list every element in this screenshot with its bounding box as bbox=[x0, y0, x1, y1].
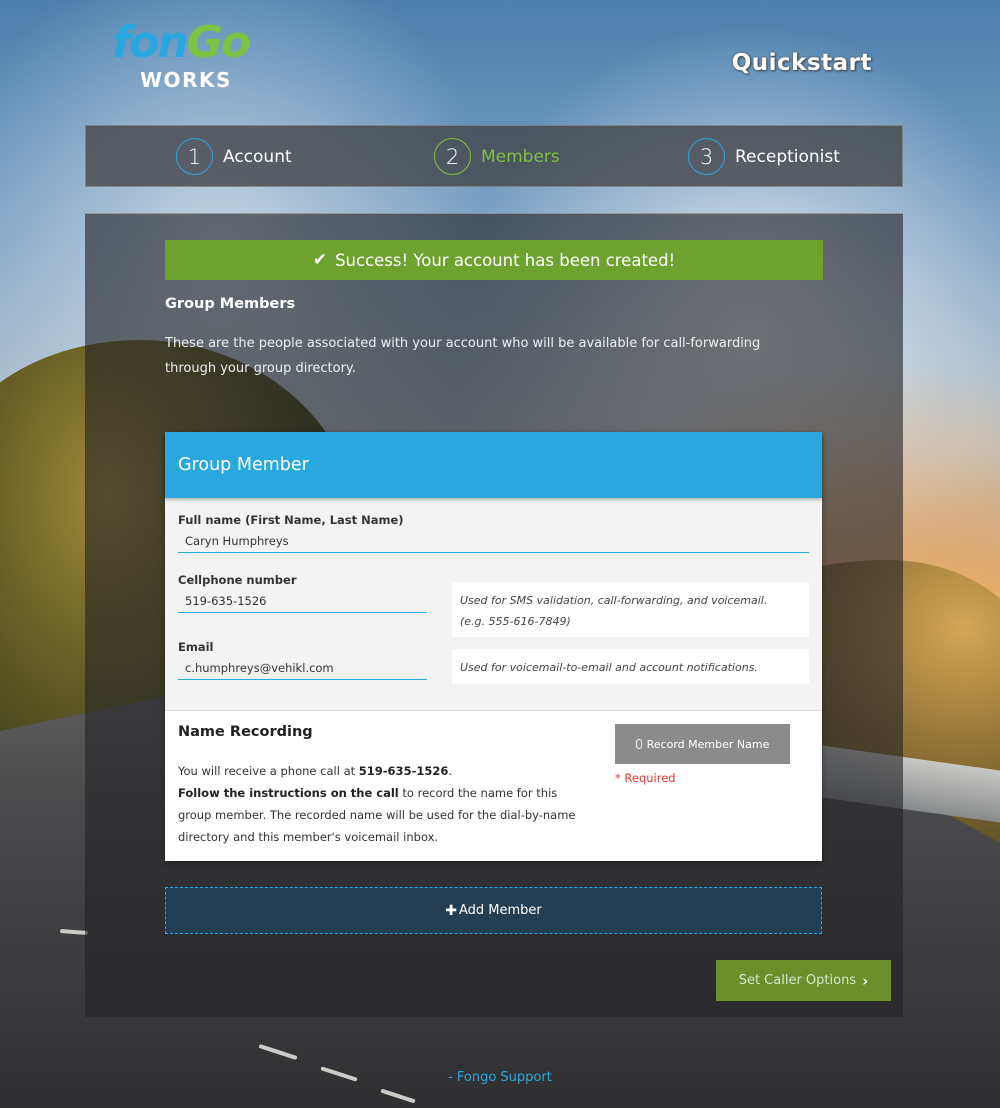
email-label: Email bbox=[178, 640, 214, 654]
full-name-label: Full name (First Name, Last Name) bbox=[178, 513, 404, 527]
email-input[interactable] bbox=[178, 656, 427, 680]
name-recording-title: Name Recording bbox=[178, 724, 313, 740]
add-member-button[interactable]: ✚ Add Member bbox=[165, 887, 822, 934]
footer: - Fongo Support bbox=[0, 1070, 1000, 1085]
recording-text-prefix: You will receive a phone call at bbox=[178, 764, 359, 778]
step-label: Receptionist bbox=[735, 146, 840, 167]
recording-phone: 519-635-1526 bbox=[358, 764, 449, 778]
recording-instructions-bold: Follow the instructions on the call bbox=[178, 786, 399, 800]
check-icon: ✔ bbox=[312, 250, 328, 270]
cellphone-label: Cellphone number bbox=[178, 573, 297, 587]
member-form: Full name (First Name, Last Name) Cellph… bbox=[165, 498, 822, 711]
plus-icon: ✚ bbox=[445, 902, 457, 919]
name-recording-text: You will receive a phone call at 519-635… bbox=[178, 760, 588, 848]
add-member-label: Add Member bbox=[458, 903, 542, 918]
microphone-icon bbox=[635, 739, 642, 749]
cellphone-hint-text: Used for SMS validation, call-forwarding… bbox=[460, 594, 768, 607]
success-alert: ✔ Success! Your account has been created… bbox=[165, 240, 823, 280]
step-number: 2 bbox=[434, 138, 471, 175]
logo-wordmark: fonGo bbox=[112, 17, 251, 68]
set-caller-options-button[interactable]: Set Caller Options › bbox=[716, 960, 891, 1001]
recording-text-period: . bbox=[448, 764, 453, 778]
group-member-card: Group Member Full name (First Name, Last… bbox=[165, 432, 822, 861]
success-message: Success! Your account has been created! bbox=[335, 250, 676, 270]
card-title: Group Member bbox=[165, 432, 822, 498]
record-button-label: Record Member Name bbox=[646, 737, 770, 751]
full-name-input[interactable] bbox=[178, 529, 809, 553]
step-number: 1 bbox=[176, 138, 213, 175]
email-hint: Used for voicemail-to-email and account … bbox=[452, 649, 809, 684]
chevron-right-icon: › bbox=[862, 971, 869, 990]
logo-works: WORKS bbox=[140, 68, 232, 92]
next-button-label: Set Caller Options bbox=[738, 973, 857, 988]
fongo-works-logo[interactable]: fonGo WORKS bbox=[112, 18, 277, 98]
wizard-steps: 1 Account 2 Members 3 Receptionist bbox=[85, 125, 903, 187]
step-number: 3 bbox=[688, 138, 725, 175]
cellphone-input[interactable] bbox=[178, 589, 427, 613]
logo-go: Go bbox=[186, 17, 251, 68]
step-members[interactable]: 2 Members bbox=[434, 138, 560, 175]
cellphone-hint-example: (e.g. 555-616-7849) bbox=[460, 615, 571, 628]
footer-separator: - bbox=[448, 1070, 453, 1085]
step-receptionist[interactable]: 3 Receptionist bbox=[688, 138, 840, 175]
section-description: These are the people associated with you… bbox=[165, 336, 761, 376]
required-note: * Required bbox=[615, 771, 676, 785]
main-panel: ✔ Success! Your account has been created… bbox=[85, 213, 903, 1017]
logo-fon: fon bbox=[112, 17, 189, 68]
step-label: Members bbox=[481, 146, 560, 167]
page-title: Quickstart bbox=[731, 50, 872, 76]
fongo-support-link[interactable]: Fongo Support bbox=[457, 1070, 552, 1085]
record-member-name-button[interactable]: Record Member Name bbox=[615, 724, 790, 764]
step-label: Account bbox=[223, 146, 292, 167]
step-account[interactable]: 1 Account bbox=[176, 138, 292, 175]
cellphone-hint: Used for SMS validation, call-forwarding… bbox=[452, 582, 809, 637]
section-heading: Group Members bbox=[165, 296, 296, 312]
email-hint-text: Used for voicemail-to-email and account … bbox=[460, 661, 758, 674]
